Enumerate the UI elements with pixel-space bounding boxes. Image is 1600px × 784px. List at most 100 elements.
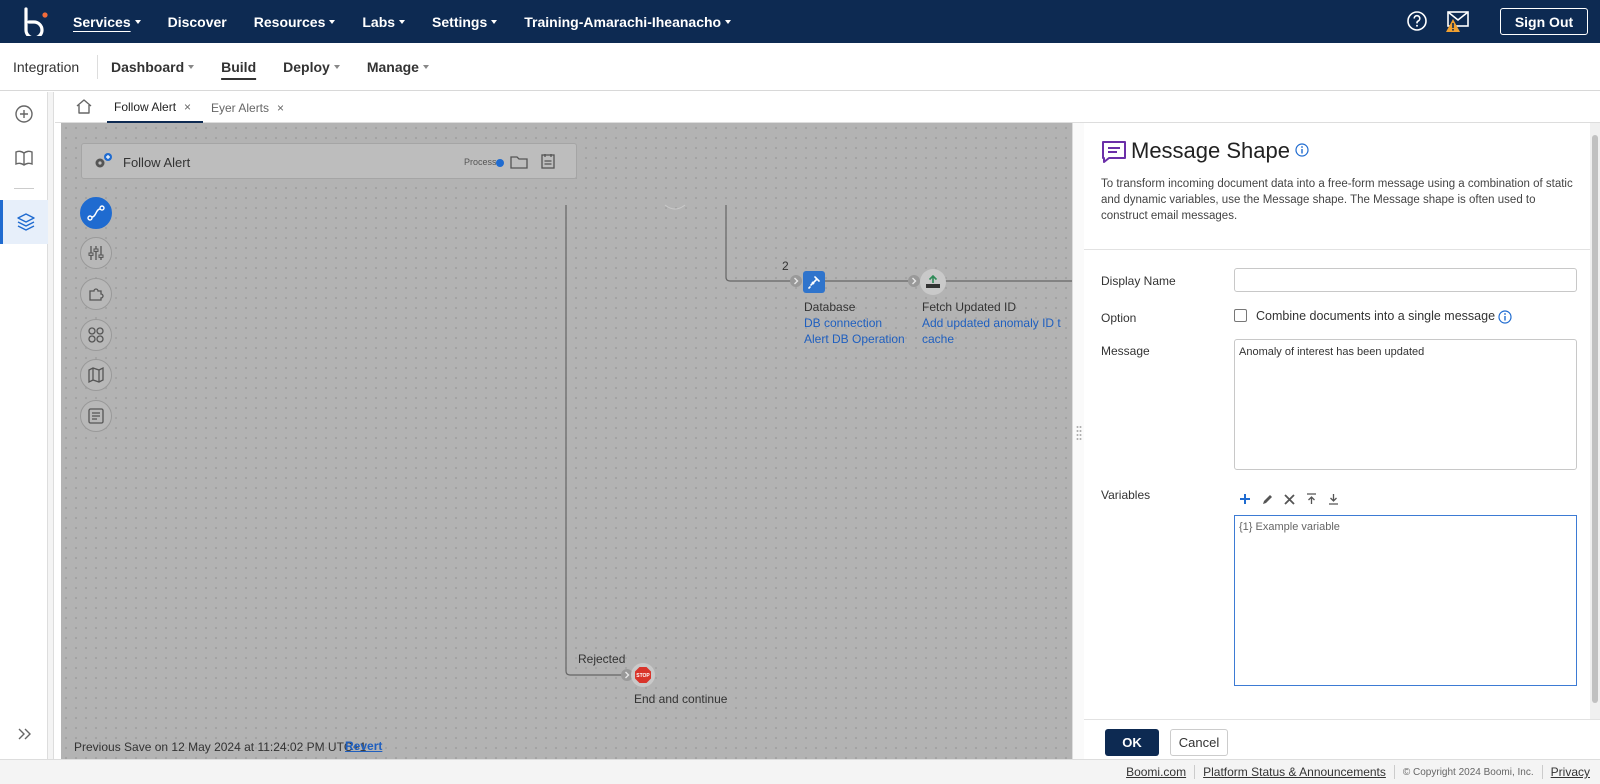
list-item[interactable]: {1} Example variable	[1239, 521, 1572, 533]
db-operation-link[interactable]: Alert DB Operation	[804, 332, 905, 346]
tab-label: Eyer Alerts	[211, 100, 270, 115]
close-icon[interactable]: ×	[184, 100, 191, 114]
info-icon[interactable]	[1295, 143, 1309, 157]
component-explorer-button[interactable]	[0, 200, 48, 244]
create-new-button[interactable]	[0, 92, 48, 136]
footer-links: Boomi.com Platform Status & Announcement…	[1126, 765, 1590, 779]
chevron-down-icon	[134, 19, 141, 24]
stop-shape-label: End and continue	[634, 692, 728, 706]
folder-icon[interactable]	[510, 155, 528, 169]
expand-sidebar-icon[interactable]	[17, 727, 33, 741]
nav-account[interactable]: Training-Amarachi-Iheanacho	[524, 14, 732, 30]
nav-resources[interactable]: Resources	[254, 14, 336, 30]
subnav-deploy[interactable]: Deploy	[283, 59, 340, 75]
extensions-button[interactable]	[80, 278, 112, 310]
move-down-button[interactable]	[1322, 491, 1344, 507]
arrow-to-top-icon	[1306, 493, 1316, 504]
warning-icon[interactable]	[1445, 18, 1461, 33]
subnav-build[interactable]: Build	[221, 59, 256, 75]
process-canvas[interactable]: Follow Alert Process 2 Database DB conne…	[61, 123, 1072, 759]
panel-scrollbar[interactable]	[1590, 123, 1600, 719]
section-title: Integration	[13, 59, 80, 75]
panel-resize-handle[interactable]	[1072, 123, 1084, 759]
home-icon[interactable]	[75, 98, 93, 115]
display-name-input[interactable]	[1234, 268, 1577, 292]
branch-number: 2	[782, 259, 789, 273]
scrollbar-thumb[interactable]	[1592, 135, 1598, 703]
connect-shapes-button[interactable]	[80, 197, 112, 229]
fetch-cache-link[interactable]: cache	[922, 332, 954, 346]
close-icon[interactable]: ×	[277, 101, 284, 115]
grid-icon	[88, 327, 104, 343]
divider	[1084, 249, 1590, 250]
combine-documents-checkbox[interactable]	[1234, 309, 1247, 322]
message-label: Message	[1101, 344, 1150, 358]
help-icon[interactable]	[1406, 10, 1428, 32]
divider	[97, 55, 98, 79]
edit-variable-button[interactable]	[1256, 491, 1278, 507]
notes-button[interactable]	[80, 400, 112, 432]
reference-guide-button[interactable]	[0, 136, 48, 180]
chevron-down-icon	[491, 19, 498, 24]
upload-icon	[926, 275, 940, 288]
components-button[interactable]	[80, 319, 112, 351]
nav-settings[interactable]: Settings	[432, 13, 498, 30]
plus-icon	[1240, 494, 1250, 504]
map-icon	[88, 366, 104, 384]
combine-documents-label: Combine documents into a single message	[1256, 309, 1496, 323]
panel-footer: OK Cancel	[1084, 719, 1600, 759]
layers-icon	[16, 213, 35, 231]
platform-status-link[interactable]: Platform Status & Announcements	[1203, 765, 1386, 779]
cancel-button[interactable]: Cancel	[1170, 729, 1228, 756]
properties-button[interactable]	[80, 237, 112, 269]
revision-history-icon[interactable]	[541, 153, 555, 169]
map-button[interactable]	[80, 359, 112, 391]
add-variable-button[interactable]	[1234, 491, 1256, 507]
delete-variable-button[interactable]	[1278, 491, 1300, 507]
subnav-dashboard[interactable]: Dashboard	[111, 59, 195, 75]
subnav-manage[interactable]: Manage	[367, 59, 429, 75]
nav-labs[interactable]: Labs	[362, 14, 406, 30]
boomi-link[interactable]: Boomi.com	[1126, 765, 1186, 779]
info-icon[interactable]	[1498, 310, 1512, 324]
ok-button[interactable]: OK	[1105, 729, 1159, 756]
message-icon	[1101, 140, 1127, 164]
divider	[1194, 765, 1196, 779]
drag-handle-icon[interactable]	[1076, 425, 1082, 441]
process-icon	[95, 153, 112, 168]
connector-lines	[565, 204, 1072, 676]
message-textarea[interactable]: Anomaly of interest has been updated	[1234, 339, 1577, 470]
plug-icon	[808, 276, 820, 289]
close-icon	[1283, 493, 1295, 505]
arrow-right-icon	[790, 275, 802, 287]
chevron-down-icon	[399, 19, 406, 24]
nav-discover[interactable]: Discover	[168, 14, 227, 30]
privacy-link[interactable]: Privacy	[1551, 765, 1590, 779]
panel-title: Message Shape	[1131, 138, 1290, 163]
nav-settings-label: Settings	[432, 13, 488, 30]
variables-list[interactable]: {1} Example variable	[1234, 515, 1577, 686]
book-icon	[15, 150, 33, 166]
database-shape[interactable]	[803, 271, 825, 293]
nav-services[interactable]: Services	[73, 14, 141, 30]
puzzle-icon	[89, 288, 104, 301]
top-navigation-bar: Services Discover Resources Labs Setting…	[0, 0, 1600, 43]
fetch-operation-link[interactable]: Add updated anomaly ID t	[922, 316, 1061, 330]
left-rail	[0, 92, 48, 759]
revert-link[interactable]: Revert	[345, 739, 382, 753]
info-icon[interactable]	[496, 159, 504, 167]
db-connection-link[interactable]: DB connection	[804, 316, 882, 330]
footer-bar: Boomi.com Platform Status & Announcement…	[0, 728, 1600, 784]
boomi-logo[interactable]	[22, 6, 50, 36]
process-name: Follow Alert	[123, 155, 191, 170]
tab-eyer-alerts[interactable]: Eyer Alerts ×	[211, 92, 284, 123]
chevron-down-icon	[329, 19, 336, 24]
stop-shape[interactable]: STOP	[631, 663, 655, 687]
panel-description: To transform incoming document data into…	[1101, 178, 1573, 222]
sign-out-button[interactable]: Sign Out	[1500, 8, 1588, 35]
tab-follow-alert[interactable]: Follow Alert ×	[107, 92, 203, 123]
fetch-updated-id-shape[interactable]	[920, 269, 946, 295]
option-label: Option	[1101, 311, 1137, 325]
nav-resources-label: Resources	[253, 13, 326, 30]
move-up-button[interactable]	[1300, 491, 1322, 507]
